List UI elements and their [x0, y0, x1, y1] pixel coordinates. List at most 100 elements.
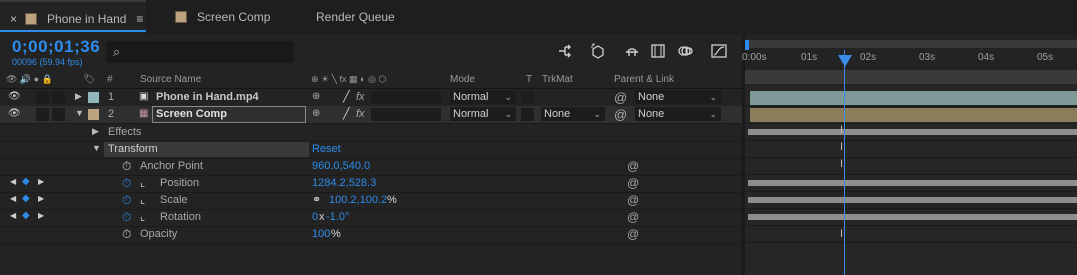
graph-editor-icon[interactable]	[710, 42, 728, 60]
eye-visibility-icon[interactable]: 👁	[8, 91, 21, 102]
track-matte-t-column[interactable]: T	[526, 74, 532, 85]
frame-blending-icon[interactable]	[649, 42, 667, 60]
layer-row-2[interactable]: 👁 ▼ 2 ▦ Screen Comp ⊕ ╱ fx Normal ⌄ None ⌄…	[0, 106, 742, 124]
switch-cells[interactable]	[371, 91, 441, 104]
close-tab-icon[interactable]: ×	[10, 12, 17, 26]
keyframe-toggle-icon[interactable]: ◆	[22, 193, 30, 204]
layer-number-column[interactable]: #	[107, 74, 113, 85]
audio-toggle[interactable]	[36, 108, 49, 121]
stopwatch-active-icon[interactable]: ⏱	[122, 176, 131, 191]
track-matte-select[interactable]: None ⌄	[541, 107, 605, 121]
property-row-anchor-point[interactable]: ⏱ Anchor Point 960.0,540.0 @	[0, 158, 742, 176]
tab-menu-icon[interactable]: ≡	[136, 12, 143, 26]
reset-transform-button[interactable]: Reset	[312, 143, 341, 155]
layer-2-duration-bar[interactable]	[750, 108, 1077, 122]
blend-mode-select[interactable]: Normal ⌄	[450, 107, 516, 121]
property-value[interactable]: 1284.2,528.3	[312, 177, 376, 189]
current-time-indicator-line[interactable]	[844, 50, 845, 275]
keyframe-toggle-icon[interactable]: ◆	[22, 176, 30, 187]
expression-pick-whip-icon[interactable]: @	[627, 159, 639, 173]
rotation-revolutions-value[interactable]: 0	[312, 211, 318, 223]
shy-layers-icon[interactable]	[623, 42, 641, 60]
stopwatch-active-icon[interactable]: ⏱	[122, 210, 131, 225]
trkmat-column[interactable]: TrkMat	[542, 74, 573, 85]
tab-phone-in-hand[interactable]: × Phone in Hand ≡	[0, 0, 146, 36]
property-value[interactable]: 960.0,540.0	[312, 160, 370, 172]
parent-link-column[interactable]: Parent & Link	[614, 74, 674, 85]
layer-search-input[interactable]: ⌕	[106, 41, 294, 63]
motion-blur-icon[interactable]	[676, 42, 694, 60]
graph-icon[interactable]: ⌞	[140, 176, 145, 189]
layer-name-selected-box[interactable]: Screen Comp	[152, 106, 306, 123]
navigator-start-handle[interactable]	[745, 40, 749, 50]
switch-cells[interactable]	[371, 108, 441, 121]
expand-arrow-icon[interactable]: ▶	[92, 126, 99, 137]
work-area-bar[interactable]	[745, 70, 1077, 84]
av-features-column-icons[interactable]: 👁 🔊 ● 🔒	[6, 74, 53, 85]
constrain-proportions-link-icon[interactable]: ⚭	[312, 193, 321, 206]
audio-toggle[interactable]	[36, 91, 49, 104]
layer-label-color[interactable]	[88, 109, 99, 120]
solo-toggle[interactable]	[52, 91, 65, 104]
layer-name[interactable]: Screen Comp	[156, 108, 227, 120]
preserve-transparency-toggle[interactable]	[521, 91, 534, 104]
fx-switch-icon[interactable]: fx	[356, 91, 365, 103]
layer-label-color[interactable]	[88, 92, 99, 103]
comp-mini-flowchart-icon[interactable]	[556, 42, 574, 60]
eye-visibility-icon[interactable]: 👁	[8, 108, 21, 119]
fx-switch-icon[interactable]: fx	[356, 108, 365, 120]
switches-column-icons[interactable]: ⊕ ☀ ╲ fx ▦ ◐ ◎ ⬡	[311, 74, 386, 85]
stopwatch-icon[interactable]: ⏱	[122, 227, 131, 242]
property-row-rotation[interactable]: ◀ ◆ ▶ ⏱ ⌞ Rotation 0 x -1.0° @	[0, 209, 742, 227]
expression-pick-whip-icon[interactable]: @	[627, 176, 639, 190]
shy-switch-icon[interactable]: ⊕	[312, 108, 320, 119]
prev-keyframe-icon[interactable]: ◀	[10, 211, 16, 220]
scale-keyframe-track[interactable]	[748, 197, 1077, 203]
next-keyframe-icon[interactable]: ▶	[38, 194, 44, 203]
layer-name[interactable]: Phone in Hand.mp4	[156, 91, 259, 103]
position-keyframe-track[interactable]	[748, 180, 1077, 186]
parent-select[interactable]: None ⌄	[635, 107, 721, 121]
solo-toggle[interactable]	[52, 108, 65, 121]
collapse-arrow-icon[interactable]: ▼	[75, 108, 84, 118]
transform-group-row[interactable]: ▼ Transform Reset	[0, 141, 742, 159]
pick-whip-icon[interactable]: @	[614, 107, 627, 122]
current-time-display[interactable]: 0;00;01;36	[12, 37, 100, 57]
property-value[interactable]: 100	[312, 228, 330, 240]
draft-3d-icon[interactable]	[589, 42, 607, 60]
graph-icon[interactable]: ⌞	[140, 193, 145, 206]
parent-select[interactable]: None ⌄	[635, 90, 721, 104]
next-keyframe-icon[interactable]: ▶	[38, 211, 44, 220]
quality-switch-icon[interactable]: ╱	[343, 90, 350, 103]
shy-switch-icon[interactable]: ⊕	[312, 91, 320, 102]
graph-icon[interactable]: ⌞	[140, 210, 145, 223]
property-row-scale[interactable]: ◀ ◆ ▶ ⏱ ⌞ Scale ⚭ 100.2,100.2 % @	[0, 192, 742, 210]
rotation-degrees-value[interactable]: -1.0°	[326, 211, 349, 223]
keyframe-toggle-icon[interactable]: ◆	[22, 210, 30, 221]
next-keyframe-icon[interactable]: ▶	[38, 177, 44, 186]
blend-mode-select[interactable]: Normal ⌄	[450, 90, 516, 104]
work-area-navigator[interactable]	[745, 40, 1077, 48]
expression-pick-whip-icon[interactable]: @	[627, 227, 639, 241]
preserve-transparency-toggle[interactable]	[521, 108, 534, 121]
source-name-column[interactable]: Source Name	[140, 74, 201, 85]
property-row-position[interactable]: ◀ ◆ ▶ ⏱ ⌞ Position 1284.2,528.3 @	[0, 175, 742, 193]
expression-pick-whip-icon[interactable]: @	[627, 210, 639, 224]
stopwatch-icon[interactable]: ⏱	[122, 159, 131, 174]
effects-group-row[interactable]: ▶ Effects	[0, 124, 742, 142]
expression-pick-whip-icon[interactable]: @	[627, 193, 639, 207]
tab-render-queue[interactable]: Render Queue	[316, 0, 395, 34]
expand-arrow-icon[interactable]: ▶	[75, 91, 82, 102]
stopwatch-active-icon[interactable]: ⏱	[122, 193, 131, 208]
prev-keyframe-icon[interactable]: ◀	[10, 177, 16, 186]
prev-keyframe-icon[interactable]: ◀	[10, 194, 16, 203]
label-column-icon[interactable]: 🏷	[83, 74, 96, 85]
layer-1-duration-bar[interactable]	[750, 91, 1077, 105]
pick-whip-icon[interactable]: @	[614, 90, 627, 105]
collapse-arrow-icon[interactable]: ▼	[92, 143, 101, 153]
mode-column[interactable]: Mode	[450, 74, 475, 85]
property-row-opacity[interactable]: ⏱ Opacity 100 % @	[0, 226, 742, 244]
quality-switch-icon[interactable]: ╱	[343, 107, 350, 120]
playhead-handle-icon[interactable]	[838, 55, 852, 67]
layer-row-1[interactable]: 👁 ▶ 1 ▣ Phone in Hand.mp4 ⊕ ╱ fx Normal ⌄…	[0, 89, 742, 107]
